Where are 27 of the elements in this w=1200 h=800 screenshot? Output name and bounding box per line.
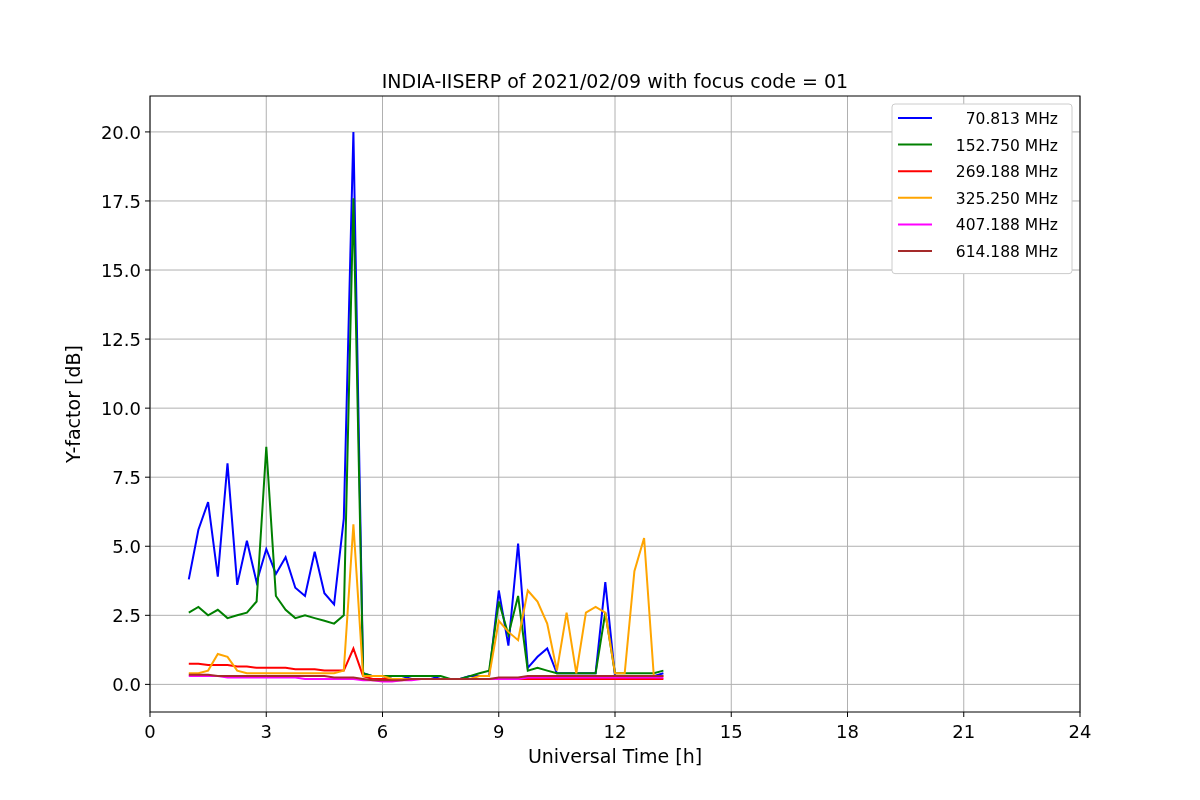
chart-title: INDIA-IISERP of 2021/02/09 with focus code = 01 — [381, 70, 849, 92]
y-tick-label: 17.5 — [100, 190, 141, 212]
legend-label: 152.750 MHz — [955, 136, 1058, 155]
legend-label: 325.250 MHz — [955, 189, 1058, 208]
legend-label: 614.188 MHz — [955, 243, 1058, 261]
x-tick-label: 15 — [719, 721, 743, 742]
legend-label: 269.188 MHz — [955, 163, 1058, 182]
x-tick-label: 24 — [1068, 721, 1092, 742]
y-tick-label: 10.0 — [100, 398, 141, 420]
x-axis-label: Universal Time [h] — [527, 745, 703, 767]
y-tick-label: 0.0 — [112, 674, 141, 696]
y-tick-label: 7.5 — [112, 467, 141, 489]
y-tick-label: 12.5 — [100, 329, 141, 351]
x-tick-label: 12 — [603, 721, 627, 742]
y-axis-label: Y-factor [dB] — [62, 345, 84, 463]
x-tick-label: 18 — [836, 721, 859, 742]
x-tick-label: 0 — [144, 721, 156, 742]
x-tick-label: 6 — [376, 721, 389, 742]
y-tick-label: 5.0 — [112, 536, 141, 558]
legend-label: 70.813 MHz — [965, 110, 1058, 128]
legend-label: 407.188 MHz — [955, 216, 1058, 235]
y-tick-label: 20.0 — [100, 121, 141, 143]
y-tick-label: 15.0 — [100, 260, 141, 282]
x-tick-label: 9 — [493, 721, 505, 742]
x-tick-label: 3 — [260, 721, 272, 742]
y-tick-label: 2.5 — [112, 605, 141, 627]
x-tick-label: 21 — [952, 721, 976, 742]
